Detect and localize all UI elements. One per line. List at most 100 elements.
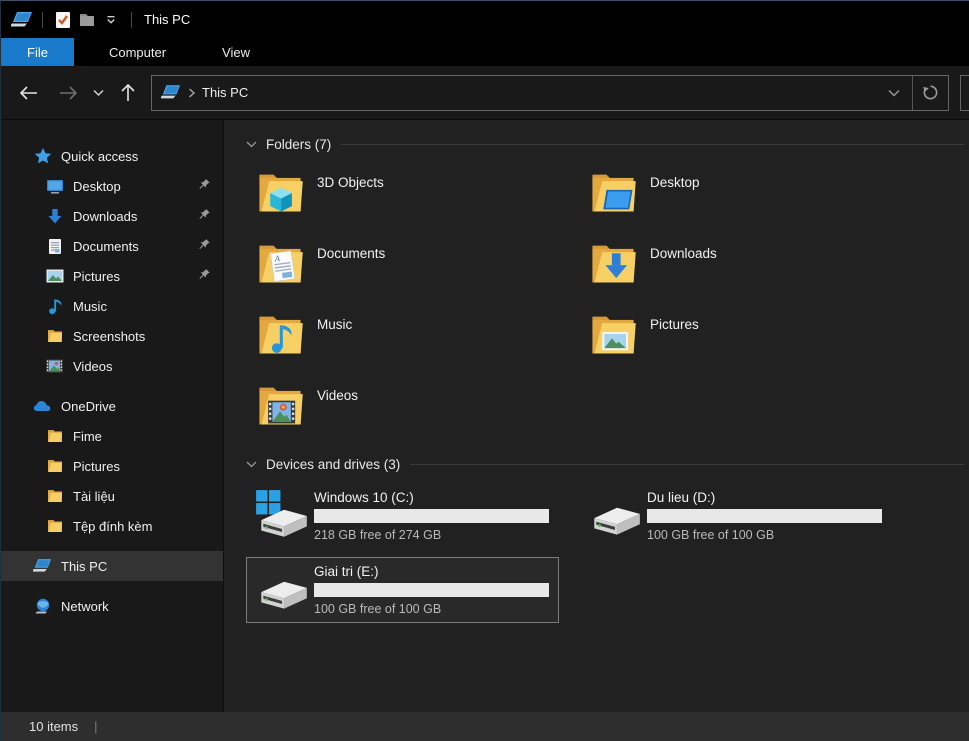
folder-tile-3d-objects[interactable]: 3D Objects bbox=[246, 163, 559, 234]
drives-grid: Windows 10 (C:) 218 GB free of 274 GB bbox=[246, 483, 969, 631]
titlebar: This PC bbox=[1, 1, 969, 38]
window-title: This PC bbox=[144, 12, 190, 27]
tab-file[interactable]: File bbox=[1, 38, 74, 66]
drive-tile-c[interactable]: Windows 10 (C:) 218 GB free of 274 GB bbox=[246, 483, 559, 549]
breadcrumb[interactable]: This PC bbox=[152, 84, 876, 101]
star-icon bbox=[33, 147, 52, 165]
new-folder-icon[interactable] bbox=[75, 7, 99, 33]
system-drive-icon bbox=[250, 489, 314, 543]
video-icon bbox=[45, 359, 64, 373]
folder-tile-music[interactable]: Music bbox=[246, 305, 559, 376]
pin-icon bbox=[198, 208, 211, 224]
drive-free-space: 100 GB free of 100 GB bbox=[647, 528, 882, 542]
pin-icon bbox=[198, 178, 211, 194]
cloud-icon bbox=[33, 400, 52, 412]
sidebar-item-network[interactable]: Network bbox=[1, 591, 223, 621]
sidebar-item-music[interactable]: Music bbox=[1, 291, 223, 321]
sidebar-item-label: Fime bbox=[73, 429, 102, 444]
up-button[interactable] bbox=[115, 77, 141, 109]
sidebar-item-label: Tệp đính kèm bbox=[73, 519, 153, 534]
folder-tile-documents[interactable]: A Documents bbox=[246, 234, 559, 305]
pin-icon bbox=[198, 268, 211, 284]
drive-icon bbox=[583, 489, 647, 543]
drive-tile-e[interactable]: Giai tri (E:) 100 GB free of 100 GB bbox=[246, 557, 559, 623]
sidebar-item-label: This PC bbox=[61, 559, 107, 574]
sidebar-item-this-pc[interactable]: This PC bbox=[1, 551, 223, 581]
sidebar-item-onedrive-pictures[interactable]: Pictures bbox=[1, 451, 223, 481]
videos-folder-icon bbox=[254, 379, 306, 431]
network-icon bbox=[33, 598, 52, 614]
collapse-chevron-icon[interactable] bbox=[246, 461, 257, 468]
navigation-bar: This PC bbox=[1, 66, 969, 120]
sidebar-item-videos[interactable]: Videos bbox=[1, 351, 223, 381]
folders-section-header[interactable]: Folders (7) bbox=[246, 133, 969, 155]
section-rule bbox=[341, 144, 965, 145]
file-list-pane: Folders (7) 3D Objects Desktop bbox=[223, 120, 969, 712]
folder-tile-desktop[interactable]: Desktop bbox=[579, 163, 892, 234]
section-rule bbox=[410, 464, 965, 465]
properties-icon[interactable] bbox=[51, 7, 75, 33]
sidebar-item-label: Downloads bbox=[73, 209, 137, 224]
drives-section-header[interactable]: Devices and drives (3) bbox=[246, 453, 969, 475]
download-icon bbox=[45, 208, 64, 225]
drive-usage-bar bbox=[647, 509, 882, 523]
drive-usage-bar bbox=[314, 509, 549, 523]
sidebar-item-tai-lieu[interactable]: Tài liệu bbox=[1, 481, 223, 511]
music-folder-icon bbox=[254, 308, 306, 360]
folder-tile-pictures[interactable]: Pictures bbox=[579, 305, 892, 376]
folder-name: Desktop bbox=[650, 175, 700, 190]
sidebar-item-tep-dinh-kem[interactable]: Tệp đính kèm bbox=[1, 511, 223, 541]
sidebar-item-quick-access[interactable]: Quick access bbox=[1, 141, 223, 171]
recent-locations-chevron-icon[interactable] bbox=[89, 77, 107, 109]
folder-tile-videos[interactable]: Videos bbox=[246, 376, 559, 447]
sidebar-item-downloads[interactable]: Downloads bbox=[1, 201, 223, 231]
section-title: Folders (7) bbox=[266, 137, 331, 152]
picture-icon bbox=[45, 269, 64, 283]
folder-name: Documents bbox=[317, 246, 385, 261]
folder-name: Music bbox=[317, 317, 352, 332]
explorer-window: This PC File Computer View This PC bbox=[0, 0, 969, 741]
address-bar[interactable]: This PC bbox=[151, 75, 949, 111]
breadcrumb-chevron-icon bbox=[188, 88, 196, 98]
computer-icon bbox=[33, 558, 52, 574]
drive-usage-bar bbox=[314, 583, 549, 597]
music-icon bbox=[45, 298, 64, 315]
sidebar-item-desktop[interactable]: Desktop bbox=[1, 171, 223, 201]
folder-name: Downloads bbox=[650, 246, 717, 261]
forward-button[interactable] bbox=[55, 77, 81, 109]
sidebar-item-documents[interactable]: Documents bbox=[1, 231, 223, 261]
drive-name: Giai tri (E:) bbox=[314, 564, 549, 579]
sidebar-item-label: OneDrive bbox=[61, 399, 116, 414]
address-history-chevron-icon[interactable] bbox=[876, 76, 912, 110]
status-separator: | bbox=[94, 719, 97, 734]
sidebar-item-screenshots[interactable]: Screenshots bbox=[1, 321, 223, 351]
tab-computer[interactable]: Computer bbox=[88, 38, 187, 66]
back-button[interactable] bbox=[15, 77, 41, 109]
search-box[interactable] bbox=[960, 75, 969, 111]
folder-icon bbox=[45, 489, 64, 503]
customize-qat-chevron-icon[interactable] bbox=[99, 7, 123, 33]
folder-icon bbox=[45, 429, 64, 443]
sidebar-item-label: Screenshots bbox=[73, 329, 145, 344]
sidebar-item-label: Quick access bbox=[61, 149, 138, 164]
sidebar-item-label: Desktop bbox=[73, 179, 121, 194]
separator bbox=[42, 12, 43, 28]
drive-icon bbox=[250, 563, 314, 617]
sidebar-item-fime[interactable]: Fime bbox=[1, 421, 223, 451]
refresh-button[interactable] bbox=[912, 76, 948, 110]
document-icon bbox=[45, 238, 64, 255]
breadcrumb-location[interactable]: This PC bbox=[202, 85, 248, 100]
drive-free-space: 100 GB free of 100 GB bbox=[314, 602, 549, 616]
drive-tile-d[interactable]: Du lieu (D:) 100 GB free of 100 GB bbox=[579, 483, 892, 549]
tab-view[interactable]: View bbox=[201, 38, 271, 66]
collapse-chevron-icon[interactable] bbox=[246, 141, 257, 148]
documents-folder-icon: A bbox=[254, 237, 306, 289]
folder-name: Pictures bbox=[650, 317, 699, 332]
sidebar-item-label: Documents bbox=[73, 239, 139, 254]
sidebar-item-label: Network bbox=[61, 599, 109, 614]
folder-tile-downloads[interactable]: Downloads bbox=[579, 234, 892, 305]
sidebar-item-onedrive[interactable]: OneDrive bbox=[1, 391, 223, 421]
sidebar-item-pictures[interactable]: Pictures bbox=[1, 261, 223, 291]
drive-name: Windows 10 (C:) bbox=[314, 490, 549, 505]
status-bar: 10 items | bbox=[1, 712, 969, 741]
